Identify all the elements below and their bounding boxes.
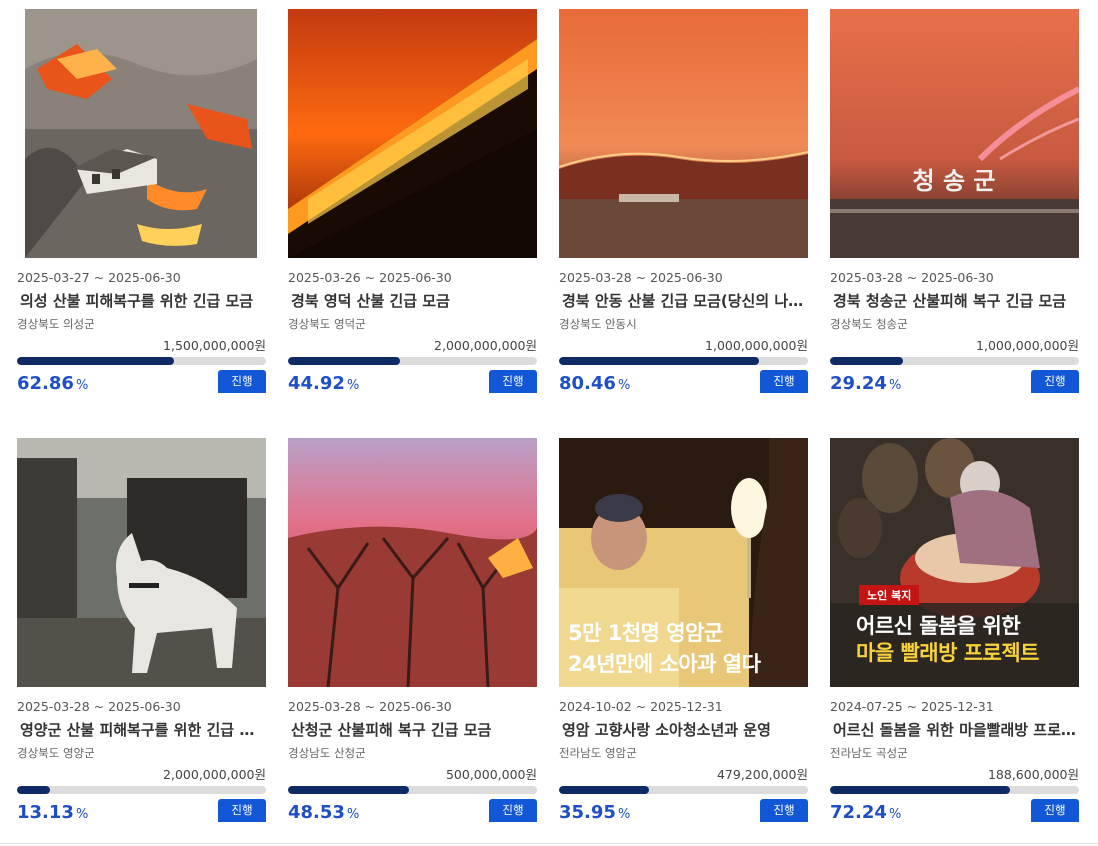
status-badge: 진행 <box>489 799 537 822</box>
status-badge: 진행 <box>1031 799 1079 822</box>
progress-percent: 72.24% <box>830 802 902 823</box>
status-badge: 진행 <box>218 799 266 822</box>
image-caption-line2: 24년만에 소아과 열다 <box>568 652 761 676</box>
progress-fill <box>288 786 409 794</box>
progress-percent: 62.86% <box>17 373 89 394</box>
campaign-card[interactable]: 2025-03-28 ~ 2025-06-30 경북 안동 산불 긴급 모금(당… <box>559 9 808 398</box>
progress-bar <box>559 786 808 794</box>
campaign-period: 2025-03-28 ~ 2025-06-30 <box>830 270 994 285</box>
campaign-goal-amount: 1,000,000,000원 <box>976 338 1079 353</box>
campaign-card[interactable]: 청 송 군 2025-03-28 ~ 2025-06-30 경북 청송군 산불피… <box>830 9 1079 398</box>
progress-bar <box>830 357 1079 365</box>
progress-fill <box>288 357 400 365</box>
campaign-goal-amount: 1,000,000,000원 <box>705 338 808 353</box>
campaign-grid: 2025-03-27 ~ 2025-06-30 의성 산불 피해복구를 위한 긴… <box>17 9 1079 827</box>
progress-bar <box>17 786 266 794</box>
progress-fill <box>559 786 649 794</box>
campaign-title[interactable]: 경북 청송군 산불피해 복구 긴급 모금 <box>830 290 1079 312</box>
campaign-region: 경상북도 의성군 <box>17 317 95 331</box>
campaign-card[interactable]: 5만 1천명 영암군 24년만에 소아과 열다 2024-10-02 ~ 202… <box>559 438 808 827</box>
campaign-region: 경상북도 청송군 <box>830 317 908 331</box>
campaign-period: 2025-03-26 ~ 2025-06-30 <box>288 270 452 285</box>
campaign-goal-amount: 2,000,000,000원 <box>434 338 537 353</box>
progress-bar <box>830 786 1079 794</box>
progress-percent: 13.13% <box>17 802 89 823</box>
campaign-title[interactable]: 영암 고향사랑 소아청소년과 운영 <box>559 719 808 741</box>
progress-fill <box>559 357 760 365</box>
campaign-title[interactable]: 영양군 산불 피해복구를 위한 긴급 모금 <box>17 719 266 741</box>
status-badge: 진행 <box>760 799 808 822</box>
campaign-card[interactable]: 2025-03-28 ~ 2025-06-30 영양군 산불 피해복구를 위한 … <box>17 438 266 827</box>
status-badge: 진행 <box>1031 370 1079 393</box>
campaign-goal-amount: 500,000,000원 <box>445 767 537 782</box>
campaign-period: 2025-03-28 ~ 2025-06-30 <box>559 270 723 285</box>
progress-bar <box>288 786 537 794</box>
progress-bar <box>559 357 808 365</box>
status-badge: 진행 <box>218 370 266 393</box>
campaign-goal-amount: 1,500,000,000원 <box>163 338 266 353</box>
campaign-title[interactable]: 의성 산불 피해복구를 위한 긴급 모금 <box>17 290 266 312</box>
campaign-goal-amount: 2,000,000,000원 <box>163 767 266 782</box>
progress-fill <box>17 357 174 365</box>
campaign-image-dog-ruins[interactable] <box>17 438 266 687</box>
campaign-region: 경상북도 영덕군 <box>288 317 366 331</box>
campaign-image-wildfire-village[interactable] <box>17 9 266 258</box>
campaign-region: 경상북도 영양군 <box>17 746 95 760</box>
campaign-image-burning-forest[interactable] <box>288 9 537 258</box>
campaign-goal-amount: 479,200,000원 <box>716 767 808 782</box>
campaign-card[interactable]: 2025-03-27 ~ 2025-06-30 의성 산불 피해복구를 위한 긴… <box>17 9 266 398</box>
campaign-goal-amount: 188,600,000원 <box>987 767 1079 782</box>
campaign-region: 경상남도 산청군 <box>288 746 366 760</box>
campaign-period: 2025-03-28 ~ 2025-06-30 <box>17 699 181 714</box>
campaign-card[interactable]: 2025-03-28 ~ 2025-06-30 산청군 산불피해 복구 긴급 모… <box>288 438 537 827</box>
campaign-region: 전라남도 곡성군 <box>830 746 908 760</box>
progress-percent: 44.92% <box>288 373 360 394</box>
sign-text: 청 송 군 <box>913 167 996 195</box>
progress-bar <box>288 357 537 365</box>
campaign-image-elderly-laundry[interactable]: 노인 복지 어르신 돌봄을 위한 마을 빨래방 프로젝트 <box>830 438 1079 687</box>
campaign-period: 2025-03-28 ~ 2025-06-30 <box>288 699 452 714</box>
campaign-title[interactable]: 경북 안동 산불 긴급 모금(당신의 나눔이 <box>559 290 808 312</box>
progress-percent: 80.46% <box>559 373 631 394</box>
campaign-period: 2024-07-25 ~ 2025-12-31 <box>830 699 994 714</box>
progress-fill <box>830 357 903 365</box>
section-divider <box>0 843 1098 844</box>
campaign-period: 2025-03-27 ~ 2025-06-30 <box>17 270 181 285</box>
campaign-period: 2024-10-02 ~ 2025-12-31 <box>559 699 723 714</box>
campaign-image-night-ridge-fire[interactable] <box>559 9 808 258</box>
campaign-image-orchard-fire[interactable] <box>288 438 537 687</box>
campaign-region: 경상북도 안동시 <box>559 317 637 331</box>
progress-fill <box>17 786 50 794</box>
campaign-card[interactable]: 노인 복지 어르신 돌봄을 위한 마을 빨래방 프로젝트 2024-07-25 … <box>830 438 1079 827</box>
progress-percent: 48.53% <box>288 802 360 823</box>
image-caption-line2: 마을 빨래방 프로젝트 <box>856 641 1040 665</box>
progress-bar <box>17 357 266 365</box>
status-badge: 진행 <box>760 370 808 393</box>
campaign-title[interactable]: 경북 영덕 산불 긴급 모금 <box>288 290 537 312</box>
status-badge: 진행 <box>489 370 537 393</box>
campaign-image-cheongsong-office[interactable]: 청 송 군 <box>830 9 1079 258</box>
campaign-title[interactable]: 산청군 산불피해 복구 긴급 모금 <box>288 719 537 741</box>
category-tag: 노인 복지 <box>859 585 920 605</box>
progress-fill <box>830 786 1010 794</box>
campaign-image-sick-child[interactable]: 5만 1천명 영암군 24년만에 소아과 열다 <box>559 438 808 687</box>
campaign-region: 전라남도 영암군 <box>559 746 637 760</box>
campaign-title[interactable]: 어르신 돌봄을 위한 마을빨래방 프로젝트 <box>830 719 1079 741</box>
campaign-card[interactable]: 2025-03-26 ~ 2025-06-30 경북 영덕 산불 긴급 모금 경… <box>288 9 537 398</box>
progress-percent: 35.95% <box>559 802 631 823</box>
image-caption-line1: 5만 1천명 영암군 <box>568 621 723 645</box>
progress-percent: 29.24% <box>830 373 902 394</box>
